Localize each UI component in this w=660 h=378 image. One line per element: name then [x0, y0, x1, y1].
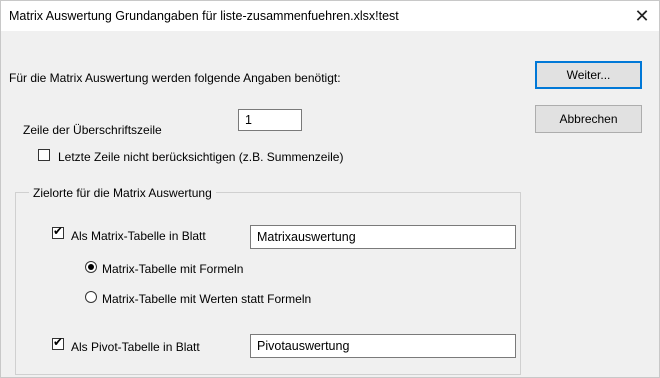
dialog-window: Matrix Auswertung Grundangaben für liste… — [0, 0, 660, 378]
pivot-table-checkbox[interactable]: ✔ — [52, 335, 64, 350]
checkmark-icon: ✔ — [53, 335, 64, 349]
radio-formulas-label: Matrix-Tabelle mit Formeln — [102, 262, 244, 276]
pivot-table-label: Als Pivot-Tabelle in Blatt — [71, 340, 200, 354]
next-button-label: Weiter... — [566, 68, 611, 82]
intro-text: Für die Matrix Auswertung werden folgend… — [9, 71, 341, 85]
pivot-sheet-input[interactable] — [250, 334, 516, 358]
ignore-last-row-checkbox[interactable] — [38, 149, 50, 161]
cancel-button[interactable]: Abbrechen — [535, 105, 642, 133]
title-bar: Matrix Auswertung Grundangaben für liste… — [1, 1, 659, 31]
radio-selected-dot — [88, 264, 94, 270]
targets-group-legend: Zielorte für die Matrix Auswertung — [29, 186, 216, 200]
radio-values-label: Matrix-Tabelle mit Werten statt Formeln — [102, 292, 312, 306]
close-icon: ✕ — [634, 5, 650, 26]
close-button[interactable]: ✕ — [625, 1, 659, 31]
header-row-input[interactable] — [238, 109, 302, 131]
next-button[interactable]: Weiter... — [535, 61, 642, 89]
radio-values[interactable] — [85, 291, 97, 303]
checkmark-icon: ✔ — [53, 224, 64, 238]
radio-formulas[interactable] — [85, 261, 97, 273]
header-row-label: Zeile der Überschriftszeile — [23, 123, 162, 137]
window-title: Matrix Auswertung Grundangaben für liste… — [9, 9, 399, 23]
matrix-table-checkbox[interactable]: ✔ — [52, 224, 64, 239]
matrix-table-label: Als Matrix-Tabelle in Blatt — [71, 229, 206, 243]
ignore-last-row-label: Letzte Zeile nicht berücksichtigen (z.B.… — [58, 150, 344, 164]
matrix-sheet-input[interactable] — [250, 225, 516, 249]
cancel-button-label: Abbrechen — [559, 112, 618, 126]
